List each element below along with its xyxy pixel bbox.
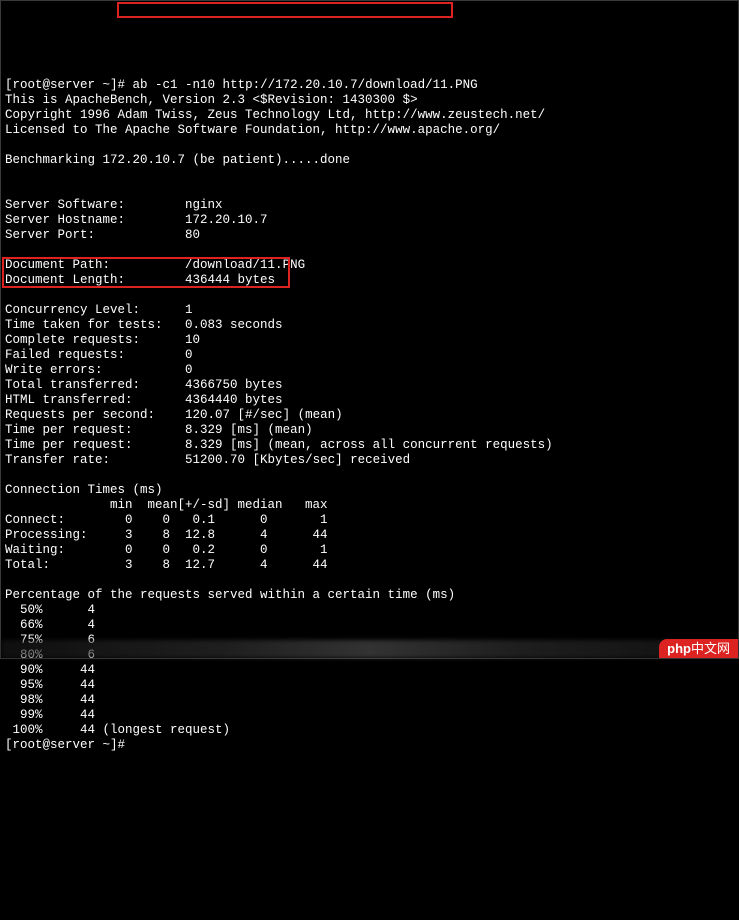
document-path: Document Path: /download/11.PNG — [5, 258, 305, 272]
command-text: ab -c1 -n10 http://172.20.10.7/download/… — [133, 78, 478, 92]
waiting-row: Waiting: 0 0 0.2 0 1 — [5, 543, 328, 557]
percentiles-title: Percentage of the requests served within… — [5, 588, 455, 602]
highlight-command — [117, 2, 453, 18]
server-software: Server Software: nginx — [5, 198, 223, 212]
total-row: Total: 3 8 12.7 4 44 — [5, 558, 328, 572]
percentile-95: 95% 44 — [5, 678, 95, 692]
prompt-line[interactable]: [root@server ~]# ab -c1 -n10 http://172.… — [5, 78, 478, 92]
watermark-text: 中文网 — [691, 641, 730, 656]
concurrency-level: Concurrency Level: 1 — [5, 303, 193, 317]
total-transferred: Total transferred: 4366750 bytes — [5, 378, 283, 392]
transfer-rate: Transfer rate: 51200.70 [Kbytes/sec] rec… — [5, 453, 410, 467]
header-line-2: Copyright 1996 Adam Twiss, Zeus Technolo… — [5, 108, 545, 122]
watermark-badge: php中文网 — [659, 639, 738, 658]
header-line-3: Licensed to The Apache Software Foundati… — [5, 123, 500, 137]
connection-times-title: Connection Times (ms) — [5, 483, 163, 497]
connection-times-header: min mean[+/-sd] median max — [5, 498, 328, 512]
connect-row: Connect: 0 0 0.1 0 1 — [5, 513, 328, 527]
percentile-66: 66% 4 — [5, 618, 95, 632]
processing-row: Processing: 3 8 12.8 4 44 — [5, 528, 328, 542]
complete-requests: Complete requests: 10 — [5, 333, 200, 347]
requests-per-second: Requests per second: 120.07 [#/sec] (mea… — [5, 408, 343, 422]
time-per-request-1: Time per request: 8.329 [ms] (mean) — [5, 423, 313, 437]
html-transferred: HTML transferred: 4364440 bytes — [5, 393, 283, 407]
percentile-98: 98% 44 — [5, 693, 95, 707]
footer-blur — [1, 640, 738, 658]
time-per-request-2: Time per request: 8.329 [ms] (mean, acro… — [5, 438, 553, 452]
watermark-logo: php — [667, 641, 691, 656]
benchmark-line: Benchmarking 172.20.10.7 (be patient)...… — [5, 153, 350, 167]
write-errors: Write errors: 0 — [5, 363, 193, 377]
percentile-99: 99% 44 — [5, 708, 95, 722]
percentile-100: 100% 44 (longest request) — [5, 723, 230, 737]
failed-requests: Failed requests: 0 — [5, 348, 193, 362]
document-length: Document Length: 436444 bytes — [5, 273, 275, 287]
time-taken: Time taken for tests: 0.083 seconds — [5, 318, 283, 332]
percentile-90: 90% 44 — [5, 663, 95, 677]
prompt-userhost: [root@server ~]# — [5, 78, 125, 92]
header-line-1: This is ApacheBench, Version 2.3 <$Revis… — [5, 93, 418, 107]
final-prompt[interactable]: [root@server ~]# — [5, 738, 125, 752]
percentile-50: 50% 4 — [5, 603, 95, 617]
server-hostname: Server Hostname: 172.20.10.7 — [5, 213, 268, 227]
server-port: Server Port: 80 — [5, 228, 200, 242]
